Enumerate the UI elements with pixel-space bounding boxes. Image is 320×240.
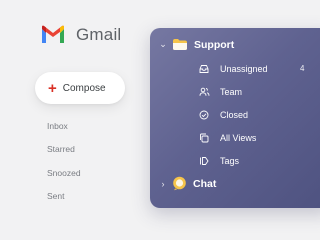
gmail-logo-text: Gmail (76, 25, 122, 44)
folder-chat[interactable]: › Chat (158, 176, 216, 191)
copy-icon (198, 132, 210, 144)
team-icon (198, 86, 210, 98)
folder-support[interactable]: ⌄ Support (158, 38, 234, 51)
nav-item-starred[interactable]: Starred (47, 144, 75, 154)
tag-icon (198, 155, 210, 167)
folder-label: Support (194, 38, 235, 51)
folder-item-closed[interactable]: Closed (198, 109, 248, 121)
folder-item-team[interactable]: Team (198, 86, 242, 98)
compose-label: Compose (62, 82, 106, 94)
folders-panel: ⌄ Support Unassigned 4 Team Closed All V… (150, 28, 320, 208)
gmail-m-icon (42, 25, 64, 43)
nav-item-snoozed[interactable]: Snoozed (47, 168, 81, 178)
chevron-right-icon: › (161, 178, 165, 189)
gmail-logo[interactable]: Gmail (40, 25, 121, 45)
folder-item-label: Closed (220, 110, 249, 120)
plus-icon: + (48, 79, 57, 97)
nav-item-inbox[interactable]: Inbox (47, 121, 68, 131)
folder-label: Chat (193, 177, 217, 190)
folder-item-all-views[interactable]: All Views (198, 132, 256, 144)
inbox-icon (198, 63, 210, 75)
chat-bubble-icon (173, 176, 186, 191)
folder-icon (173, 39, 187, 50)
folder-item-label: Unassigned (220, 64, 268, 74)
folder-item-label: All Views (220, 133, 257, 143)
chevron-down-icon: ⌄ (159, 39, 167, 49)
check-circle-icon (198, 109, 210, 121)
folder-item-label: Tags (220, 156, 240, 166)
compose-button[interactable]: + Compose (35, 72, 125, 104)
folder-item-label: Team (220, 87, 243, 97)
nav-item-sent[interactable]: Sent (47, 191, 65, 201)
unread-count: 4 (300, 64, 305, 73)
folder-item-unassigned[interactable]: Unassigned (198, 63, 268, 75)
folder-item-tags[interactable]: Tags (198, 155, 239, 167)
gmail-sidebar: Gmail + Compose Inbox Starred Snoozed Se… (0, 0, 150, 235)
